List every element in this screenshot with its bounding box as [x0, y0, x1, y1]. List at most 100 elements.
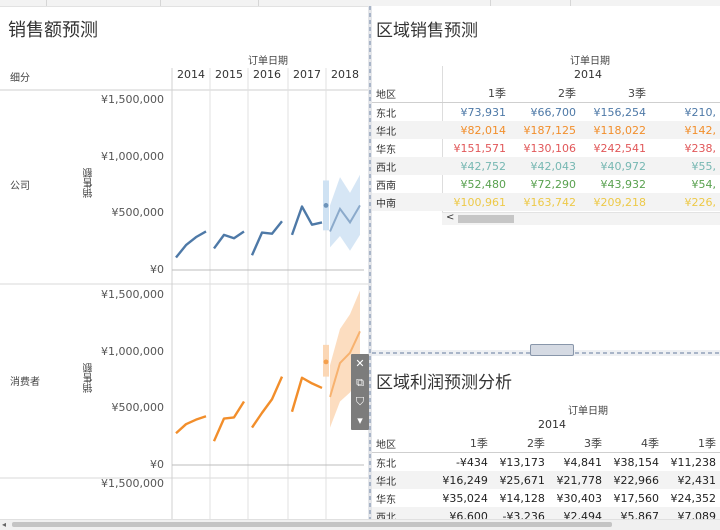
region-sales-title: 区域销售预测 — [376, 21, 478, 41]
actual-line-公司-2014 — [175, 230, 207, 259]
filter-icon[interactable]: ⛉ — [351, 392, 369, 411]
measure-label-company: 销售额 — [84, 168, 95, 198]
page-scroll-thumb[interactable] — [12, 522, 612, 527]
sales-value-cell: ¥209,218 — [580, 193, 650, 211]
page-scroll-left-icon[interactable]: ◂ — [2, 520, 6, 529]
sales-value-cell: ¥72,290 — [530, 177, 577, 191]
sales-value-cell: ¥66,700 — [530, 105, 577, 119]
sales-value-cell: ¥238, — [684, 141, 717, 155]
profit-row-3: 西北 ¥6,600 -¥3,236 ¥2,494 ¥5,867 ¥7,089 — [372, 507, 720, 519]
profit-header-row: 地区 1季 2季 3季 4季 1季 — [372, 434, 720, 453]
profit-value-cell: ¥11,238 — [670, 455, 717, 469]
profit-value-cell: ¥30,403 — [556, 491, 602, 505]
profit-value-cell: -¥3,236 — [491, 507, 549, 519]
sales-value-cell: ¥151,571 — [453, 141, 507, 155]
measure-label-consumer: 销售额 — [84, 363, 95, 393]
sales-value-cell: ¥100,961 — [440, 193, 510, 211]
y-tick-label: ¥0 — [150, 263, 164, 276]
profit-value-cell: ¥14,128 — [499, 491, 545, 505]
sales-header-row: 地区 1季 2季 3季 — [372, 84, 720, 103]
sales-value-cell: ¥55, — [650, 157, 720, 175]
region-label: 华东 — [376, 144, 396, 156]
segment-label-consumer: 消费者 — [10, 377, 40, 388]
actual-line-公司-2016 — [250, 220, 283, 256]
y-tick-label: ¥0 — [150, 458, 164, 471]
dropdown-icon[interactable]: ▾ — [351, 411, 369, 430]
sales-value-cell: ¥40,972 — [580, 157, 650, 175]
y-tick-label: ¥1,500,000 — [101, 93, 164, 106]
profit-value-cell: -¥434 — [455, 455, 488, 469]
page-horizontal-scrollbar[interactable]: ◂ — [0, 519, 720, 530]
popout-icon[interactable]: ⧉ — [351, 373, 369, 392]
profit-value-cell: ¥22,966 — [605, 471, 663, 489]
sales-value-cell: ¥156,254 — [593, 105, 647, 119]
actual-line-公司-2015 — [213, 230, 245, 250]
profit-row-1: 华北 ¥16,249 ¥25,671 ¥21,778 ¥22,966 ¥2,431 — [372, 471, 720, 489]
region-label: 中南 — [372, 193, 440, 211]
profit-quarter-header: 3季 — [583, 437, 602, 450]
profit-value-cell: ¥13,173 — [499, 455, 545, 469]
y-tick-label: ¥1,500,000 — [101, 288, 164, 301]
sales-value-cell: ¥210, — [684, 105, 717, 119]
profit-quarter-header: 2季 — [526, 437, 545, 450]
sales-value-cell: ¥82,014 — [440, 121, 510, 139]
sales-value-cell: ¥226, — [650, 193, 720, 211]
profit-value-cell: ¥16,249 — [434, 471, 492, 489]
sales-value-cell: ¥54, — [691, 177, 717, 191]
sales-value-cell: ¥187,125 — [510, 121, 580, 139]
profit-value-cell: ¥7,089 — [662, 507, 720, 519]
profit-quarter-header: 1季 — [469, 437, 488, 450]
actual-line-公司-2017 — [290, 205, 323, 236]
profit-quarter-header: 4季 — [640, 437, 659, 450]
splitter-grip[interactable] — [530, 344, 574, 356]
sales-table-scrollbar[interactable]: < — [442, 212, 720, 225]
profit-value-cell: ¥6,600 — [434, 507, 492, 519]
profit-year-header: 2014 — [538, 418, 566, 431]
scroll-left-icon[interactable]: < — [446, 212, 454, 223]
region-profit-panel: 区域利润预测分析 订单日期 2014 地区 1季 2季 3季 4季 1季 东北 -… — [372, 356, 720, 519]
region-label: 东北 — [376, 458, 396, 470]
region-sales-panel: 区域销售预测 订单日期 2014 地区 1季 2季 3季 东北 ¥73,931 ¥6… — [372, 6, 720, 350]
region-label: 东北 — [376, 108, 396, 120]
region-profit-table: 地区 1季 2季 3季 4季 1季 东北 -¥434 ¥13,173 ¥4,841 ¥3… — [372, 434, 720, 519]
profit-row-2: 华东 ¥35,024 ¥14,128 ¥30,403 ¥17,560 ¥24,352 — [372, 489, 720, 507]
y-tick-label: ¥1,500,000 — [101, 477, 164, 490]
sales-row-5: 中南 ¥100,961 ¥163,742 ¥209,218 ¥226, — [372, 193, 720, 211]
profit-value-cell: ¥24,352 — [670, 491, 717, 505]
region-label: 华北 — [372, 121, 440, 139]
profit-value-cell: ¥4,841 — [563, 455, 602, 469]
region-profit-title: 区域利润预测分析 — [376, 373, 512, 393]
actual-line-消费者-2017 — [290, 376, 323, 413]
sales-region-col-header: 地区 — [376, 89, 396, 101]
region-label: 华北 — [372, 471, 435, 489]
region-label: 西北 — [372, 507, 435, 519]
sales-row-2: 华东 ¥151,571 ¥130,106 ¥242,541 ¥238, — [372, 139, 720, 157]
profit-value-cell: ¥5,867 — [605, 507, 663, 519]
profit-value-cell: ¥25,671 — [491, 471, 549, 489]
sales-value-cell: ¥73,931 — [460, 105, 507, 119]
sales-quarter-header: 1季 — [488, 87, 506, 100]
sales-value-cell: ¥163,742 — [510, 193, 580, 211]
region-sales-table: 地区 1季 2季 3季 东北 ¥73,931 ¥66,700 ¥156,254 ¥210… — [372, 84, 720, 211]
sales-row-1: 华北 ¥82,014 ¥187,125 ¥118,022 ¥142, — [372, 121, 720, 139]
close-icon[interactable]: ✕ — [351, 354, 369, 373]
sales-value-cell: ¥52,480 — [460, 177, 507, 191]
profit-order-date-header: 订单日期 — [568, 406, 608, 417]
profit-value-cell: ¥2,431 — [662, 471, 720, 489]
sales-scroll-thumb[interactable] — [458, 215, 514, 223]
profit-row-0: 东北 -¥434 ¥13,173 ¥4,841 ¥38,154 ¥11,238 — [372, 453, 720, 472]
profit-value-cell: ¥17,560 — [613, 491, 659, 505]
sales-value-cell: ¥142, — [650, 121, 720, 139]
region-label: 华东 — [376, 494, 396, 506]
segment-label-company: 公司 — [10, 181, 30, 192]
actual-line-消费者-2015 — [212, 400, 246, 442]
profit-region-col-header: 地区 — [376, 439, 396, 451]
y-tick-label: ¥1,000,000 — [101, 344, 164, 358]
region-label: 西南 — [376, 180, 396, 192]
sales-forecast-chart — [0, 68, 368, 519]
sales-value-cell: ¥130,106 — [523, 141, 577, 155]
forecast-point — [323, 203, 329, 208]
profit-value-cell: ¥35,024 — [442, 491, 488, 505]
profit-value-cell: ¥38,154 — [613, 455, 659, 469]
sales-value-cell: ¥43,932 — [600, 177, 647, 191]
